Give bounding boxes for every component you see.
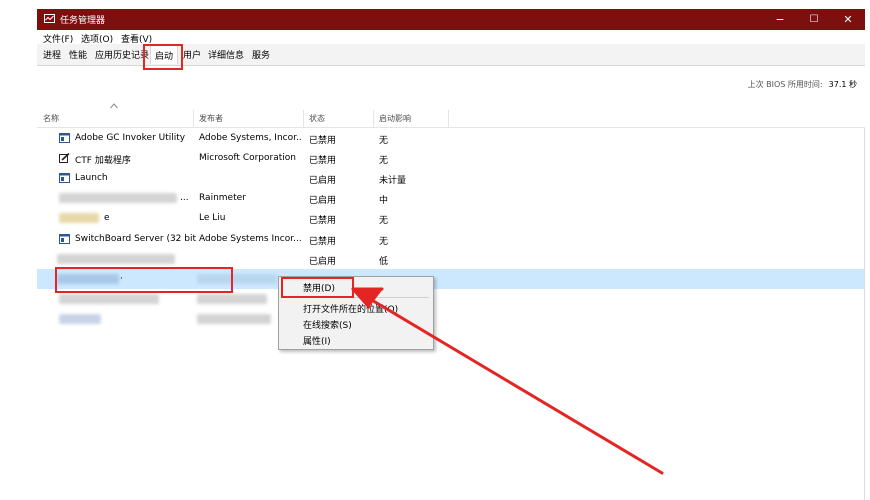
annotation-arrow-icon bbox=[351, 287, 664, 475]
